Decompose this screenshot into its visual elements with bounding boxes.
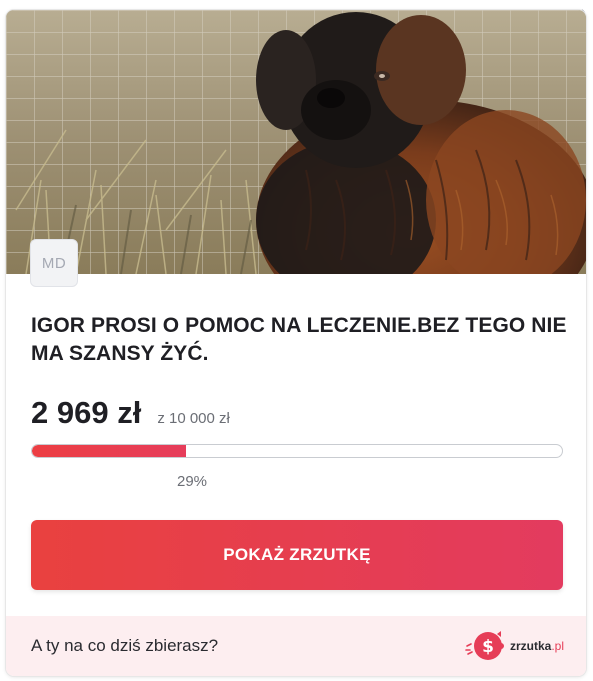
- fundraiser-photo[interactable]: [6, 10, 586, 274]
- progress-bar: [31, 444, 563, 458]
- piggy-bank-dollar-icon: $: [465, 631, 504, 660]
- fundraiser-title[interactable]: IGOR PROSI O POMOC NA LECZENIE.BEZ TEGO …: [31, 312, 571, 368]
- organizer-avatar: MD: [30, 239, 78, 287]
- svg-text:$: $: [482, 637, 494, 657]
- progress-percent: 29%: [176, 473, 208, 490]
- footer: A ty na co dziś zbierasz? $ zrzutka.pl: [6, 616, 586, 676]
- footer-prompt: A ty na co dziś zbierasz?: [31, 636, 219, 655]
- raised-amount: 2 969 zł: [31, 395, 142, 430]
- progress-bar-fill: [32, 445, 186, 457]
- goal-amount: z 10 000 zł: [157, 410, 230, 427]
- amount-row: 2 969 zł z 10 000 zł: [31, 395, 230, 435]
- brand-name: zrzutka.pl: [509, 639, 564, 653]
- show-fundraiser-button[interactable]: POKAŻ ZRZUTKĘ: [31, 520, 563, 590]
- fundraiser-card: MD IGOR PROSI O POMOC NA LECZENIE.BEZ TE…: [6, 10, 586, 676]
- brand-link[interactable]: $ zrzutka.pl: [464, 628, 564, 664]
- dog-photo-illustration: [6, 10, 586, 274]
